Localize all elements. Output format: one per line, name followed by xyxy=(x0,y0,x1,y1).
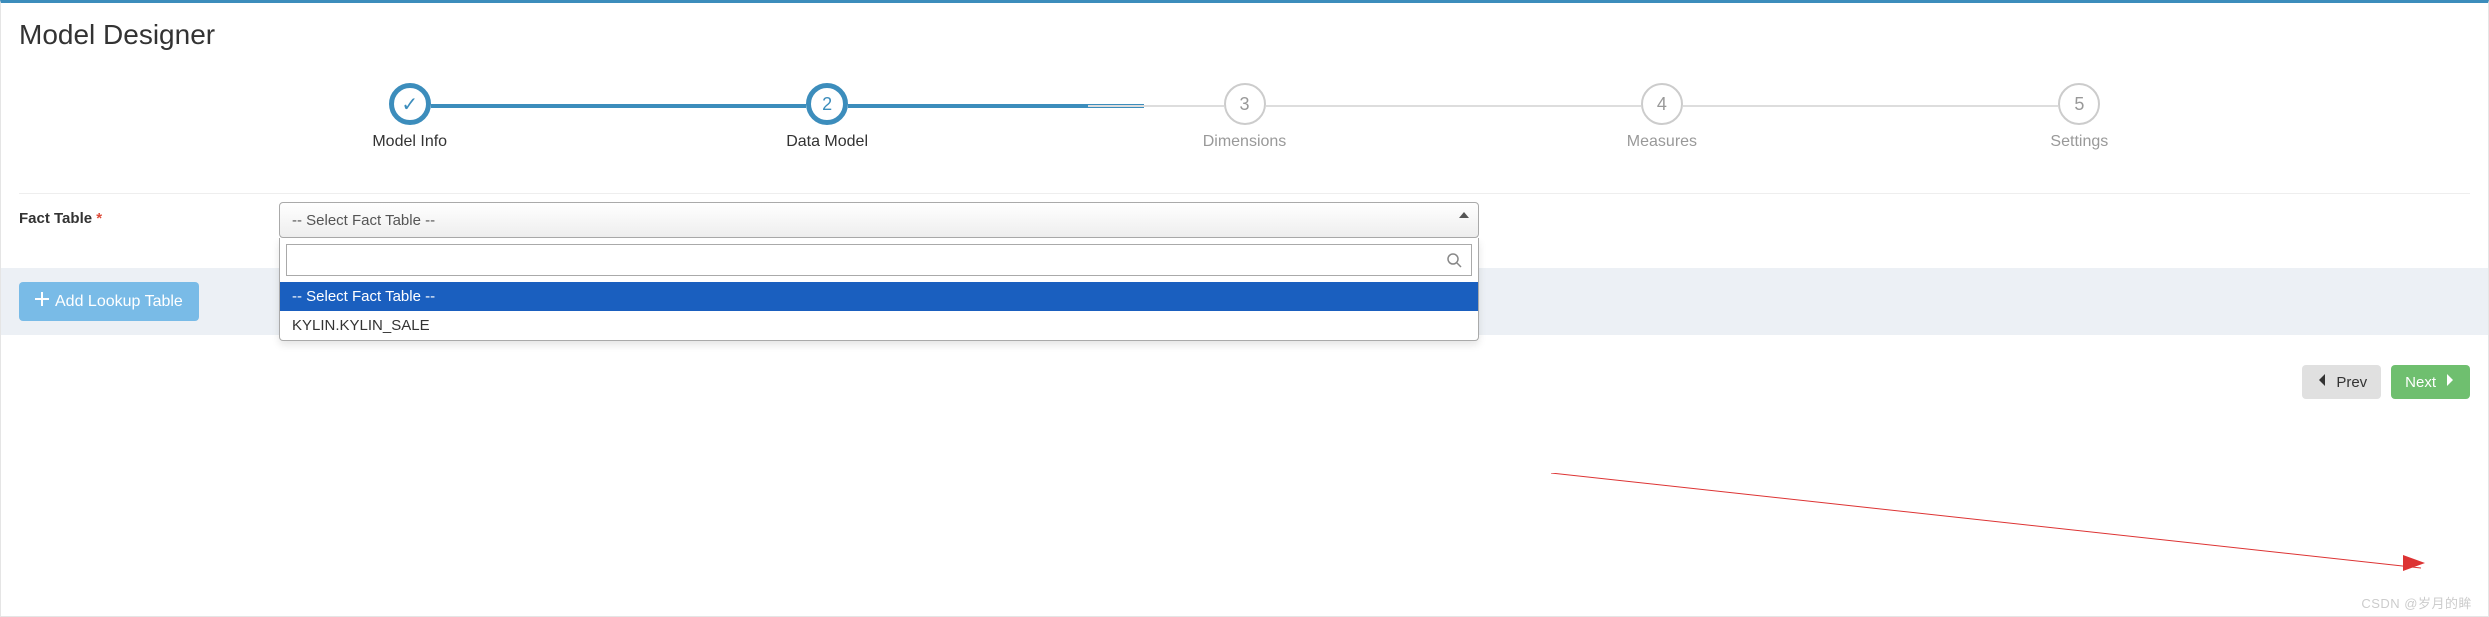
step-number-icon: 3 xyxy=(1224,83,1266,125)
form-area: Fact Table * -- Select Fact Table -- -- … xyxy=(1,193,2488,238)
annotation-arrowhead-icon xyxy=(2403,555,2433,575)
fact-table-row: Fact Table * -- Select Fact Table -- -- … xyxy=(19,193,2470,238)
page-title: Model Designer xyxy=(1,3,2488,63)
step-number-icon: 4 xyxy=(1641,83,1683,125)
step-number-icon: 5 xyxy=(2058,83,2100,125)
arrow-right-icon xyxy=(2442,373,2456,391)
stepper-connector xyxy=(1266,105,1641,107)
step-label: Model Info xyxy=(372,133,447,151)
step-dimensions[interactable]: 3 Dimensions xyxy=(1036,83,1453,151)
required-star-icon: * xyxy=(96,210,102,227)
annotation-arrow-icon xyxy=(1551,473,2421,583)
chevron-up-icon xyxy=(1459,212,1469,218)
select-display[interactable]: -- Select Fact Table -- xyxy=(279,202,1479,238)
add-lookup-table-label: Add Lookup Table xyxy=(55,293,183,311)
next-button[interactable]: Next xyxy=(2391,365,2470,399)
dropdown-search-wrap xyxy=(280,238,1478,282)
prev-button-label: Prev xyxy=(2336,374,2367,391)
fact-table-dropdown: -- Select Fact Table -- KYLIN.KYLIN_SALE xyxy=(279,238,1479,341)
step-label: Dimensions xyxy=(1203,133,1287,151)
fact-table-select[interactable]: -- Select Fact Table -- -- Select Fact T… xyxy=(279,202,1479,238)
step-number-icon: 2 xyxy=(806,83,848,125)
wizard-stepper: ✓ Model Info 2 Data Model 3 Dimensions 4… xyxy=(1,63,2488,181)
stepper-connector xyxy=(1088,105,1223,107)
add-lookup-table-button[interactable]: Add Lookup Table xyxy=(19,282,199,321)
dropdown-option-kylin-sale[interactable]: KYLIN.KYLIN_SALE xyxy=(280,311,1478,340)
fact-table-label-text: Fact Table xyxy=(19,210,92,227)
prev-button[interactable]: Prev xyxy=(2302,365,2381,399)
step-measures[interactable]: 4 Measures xyxy=(1453,83,1870,151)
fact-table-label: Fact Table * xyxy=(19,202,279,227)
model-designer-panel: Model Designer ✓ Model Info 2 Data Model… xyxy=(0,0,2489,617)
plus-icon xyxy=(35,292,49,311)
step-label: Measures xyxy=(1627,133,1697,151)
step-model-info[interactable]: ✓ Model Info xyxy=(201,83,618,151)
step-data-model[interactable]: 2 Data Model xyxy=(618,83,1035,151)
wizard-footer: Prev Next xyxy=(1,335,2488,417)
dropdown-search-input[interactable] xyxy=(286,244,1472,276)
step-label: Data Model xyxy=(786,133,868,151)
search-icon xyxy=(1446,252,1462,273)
dropdown-option-placeholder[interactable]: -- Select Fact Table -- xyxy=(280,282,1478,311)
next-button-label: Next xyxy=(2405,374,2436,391)
stepper-connector xyxy=(1683,105,2058,107)
checkmark-icon: ✓ xyxy=(389,83,431,125)
step-settings[interactable]: 5 Settings xyxy=(1871,83,2288,151)
arrow-left-icon xyxy=(2316,373,2330,391)
step-label: Settings xyxy=(2050,133,2108,151)
stepper-connector xyxy=(431,104,806,108)
watermark-text: CSDN @岁月的眸 xyxy=(2361,593,2472,612)
